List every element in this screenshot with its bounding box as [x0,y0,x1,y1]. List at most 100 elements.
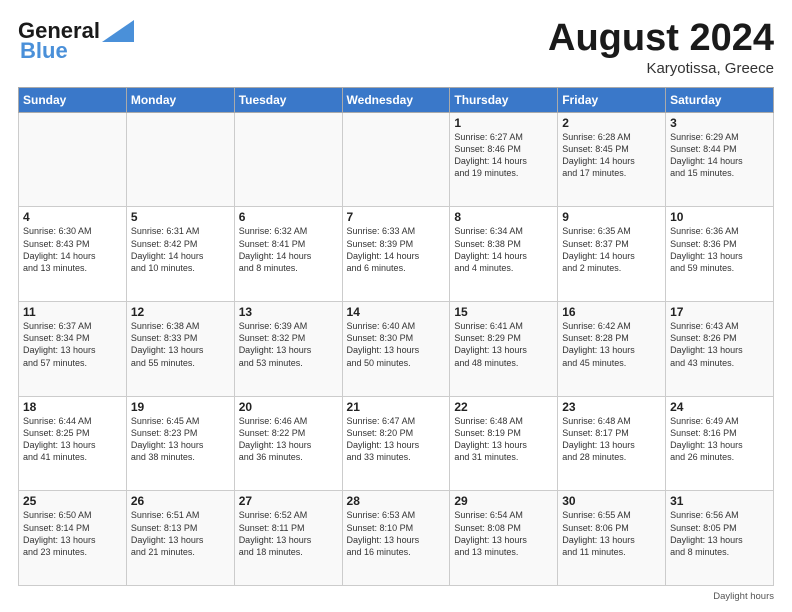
calendar-week-4: 18Sunrise: 6:44 AM Sunset: 8:25 PM Dayli… [19,396,774,491]
calendar-cell: 4Sunrise: 6:30 AM Sunset: 8:43 PM Daylig… [19,207,127,302]
day-number: 2 [562,116,661,130]
calendar-cell: 24Sunrise: 6:49 AM Sunset: 8:16 PM Dayli… [666,396,774,491]
calendar-cell: 15Sunrise: 6:41 AM Sunset: 8:29 PM Dayli… [450,302,558,397]
calendar-week-1: 1Sunrise: 6:27 AM Sunset: 8:46 PM Daylig… [19,112,774,207]
calendar: SundayMondayTuesdayWednesdayThursdayFrid… [18,87,774,586]
calendar-cell: 26Sunrise: 6:51 AM Sunset: 8:13 PM Dayli… [126,491,234,586]
day-number: 25 [23,494,122,508]
calendar-cell: 20Sunrise: 6:46 AM Sunset: 8:22 PM Dayli… [234,396,342,491]
day-number: 1 [454,116,553,130]
day-number: 19 [131,400,230,414]
calendar-cell: 1Sunrise: 6:27 AM Sunset: 8:46 PM Daylig… [450,112,558,207]
day-number: 29 [454,494,553,508]
calendar-cell [19,112,127,207]
day-number: 28 [347,494,446,508]
day-number: 5 [131,210,230,224]
day-number: 14 [347,305,446,319]
subtitle: Karyotissa, Greece [548,60,774,77]
day-detail: Sunrise: 6:40 AM Sunset: 8:30 PM Dayligh… [347,320,446,369]
calendar-cell: 7Sunrise: 6:33 AM Sunset: 8:39 PM Daylig… [342,207,450,302]
main-title: August 2024 [548,18,774,60]
day-number: 9 [562,210,661,224]
calendar-cell: 2Sunrise: 6:28 AM Sunset: 8:45 PM Daylig… [558,112,666,207]
day-number: 10 [670,210,769,224]
calendar-header-sunday: Sunday [19,87,127,112]
day-detail: Sunrise: 6:32 AM Sunset: 8:41 PM Dayligh… [239,225,338,274]
day-number: 26 [131,494,230,508]
calendar-cell: 9Sunrise: 6:35 AM Sunset: 8:37 PM Daylig… [558,207,666,302]
calendar-cell: 21Sunrise: 6:47 AM Sunset: 8:20 PM Dayli… [342,396,450,491]
calendar-cell: 11Sunrise: 6:37 AM Sunset: 8:34 PM Dayli… [19,302,127,397]
day-number: 15 [454,305,553,319]
day-detail: Sunrise: 6:27 AM Sunset: 8:46 PM Dayligh… [454,131,553,180]
day-number: 8 [454,210,553,224]
day-number: 16 [562,305,661,319]
day-number: 11 [23,305,122,319]
day-detail: Sunrise: 6:42 AM Sunset: 8:28 PM Dayligh… [562,320,661,369]
day-detail: Sunrise: 6:54 AM Sunset: 8:08 PM Dayligh… [454,509,553,558]
calendar-cell [126,112,234,207]
page: General Blue August 2024 Karyotissa, Gre… [0,0,792,612]
day-detail: Sunrise: 6:34 AM Sunset: 8:38 PM Dayligh… [454,225,553,274]
day-detail: Sunrise: 6:28 AM Sunset: 8:45 PM Dayligh… [562,131,661,180]
day-detail: Sunrise: 6:30 AM Sunset: 8:43 PM Dayligh… [23,225,122,274]
day-number: 21 [347,400,446,414]
footer: Daylight hours [18,591,774,602]
calendar-header-tuesday: Tuesday [234,87,342,112]
day-detail: Sunrise: 6:29 AM Sunset: 8:44 PM Dayligh… [670,131,769,180]
day-detail: Sunrise: 6:55 AM Sunset: 8:06 PM Dayligh… [562,509,661,558]
day-number: 3 [670,116,769,130]
calendar-cell: 22Sunrise: 6:48 AM Sunset: 8:19 PM Dayli… [450,396,558,491]
calendar-header-wednesday: Wednesday [342,87,450,112]
day-number: 31 [670,494,769,508]
day-number: 13 [239,305,338,319]
calendar-cell: 13Sunrise: 6:39 AM Sunset: 8:32 PM Dayli… [234,302,342,397]
day-detail: Sunrise: 6:47 AM Sunset: 8:20 PM Dayligh… [347,415,446,464]
calendar-cell: 29Sunrise: 6:54 AM Sunset: 8:08 PM Dayli… [450,491,558,586]
calendar-cell [234,112,342,207]
day-number: 18 [23,400,122,414]
day-detail: Sunrise: 6:50 AM Sunset: 8:14 PM Dayligh… [23,509,122,558]
day-number: 23 [562,400,661,414]
day-detail: Sunrise: 6:48 AM Sunset: 8:17 PM Dayligh… [562,415,661,464]
calendar-cell: 16Sunrise: 6:42 AM Sunset: 8:28 PM Dayli… [558,302,666,397]
calendar-cell: 17Sunrise: 6:43 AM Sunset: 8:26 PM Dayli… [666,302,774,397]
calendar-cell: 19Sunrise: 6:45 AM Sunset: 8:23 PM Dayli… [126,396,234,491]
day-number: 17 [670,305,769,319]
day-detail: Sunrise: 6:39 AM Sunset: 8:32 PM Dayligh… [239,320,338,369]
calendar-header-row: SundayMondayTuesdayWednesdayThursdayFrid… [19,87,774,112]
title-block: August 2024 Karyotissa, Greece [548,18,774,77]
calendar-cell: 6Sunrise: 6:32 AM Sunset: 8:41 PM Daylig… [234,207,342,302]
calendar-header-monday: Monday [126,87,234,112]
calendar-cell: 28Sunrise: 6:53 AM Sunset: 8:10 PM Dayli… [342,491,450,586]
calendar-header-friday: Friday [558,87,666,112]
day-detail: Sunrise: 6:44 AM Sunset: 8:25 PM Dayligh… [23,415,122,464]
day-number: 6 [239,210,338,224]
day-detail: Sunrise: 6:56 AM Sunset: 8:05 PM Dayligh… [670,509,769,558]
calendar-cell: 12Sunrise: 6:38 AM Sunset: 8:33 PM Dayli… [126,302,234,397]
day-number: 22 [454,400,553,414]
day-detail: Sunrise: 6:41 AM Sunset: 8:29 PM Dayligh… [454,320,553,369]
day-detail: Sunrise: 6:38 AM Sunset: 8:33 PM Dayligh… [131,320,230,369]
header: General Blue August 2024 Karyotissa, Gre… [18,18,774,77]
calendar-cell: 31Sunrise: 6:56 AM Sunset: 8:05 PM Dayli… [666,491,774,586]
day-detail: Sunrise: 6:31 AM Sunset: 8:42 PM Dayligh… [131,225,230,274]
day-detail: Sunrise: 6:43 AM Sunset: 8:26 PM Dayligh… [670,320,769,369]
day-detail: Sunrise: 6:48 AM Sunset: 8:19 PM Dayligh… [454,415,553,464]
day-detail: Sunrise: 6:46 AM Sunset: 8:22 PM Dayligh… [239,415,338,464]
calendar-cell: 18Sunrise: 6:44 AM Sunset: 8:25 PM Dayli… [19,396,127,491]
daylight-label: Daylight hours [713,591,774,602]
calendar-cell: 10Sunrise: 6:36 AM Sunset: 8:36 PM Dayli… [666,207,774,302]
day-number: 7 [347,210,446,224]
day-number: 27 [239,494,338,508]
day-detail: Sunrise: 6:51 AM Sunset: 8:13 PM Dayligh… [131,509,230,558]
day-detail: Sunrise: 6:52 AM Sunset: 8:11 PM Dayligh… [239,509,338,558]
day-detail: Sunrise: 6:53 AM Sunset: 8:10 PM Dayligh… [347,509,446,558]
calendar-header-thursday: Thursday [450,87,558,112]
day-detail: Sunrise: 6:35 AM Sunset: 8:37 PM Dayligh… [562,225,661,274]
logo: General Blue [18,18,134,64]
logo-icon [102,20,134,42]
footer-legend: Daylight hours [713,591,774,602]
logo-blue: Blue [20,38,68,64]
calendar-header-saturday: Saturday [666,87,774,112]
